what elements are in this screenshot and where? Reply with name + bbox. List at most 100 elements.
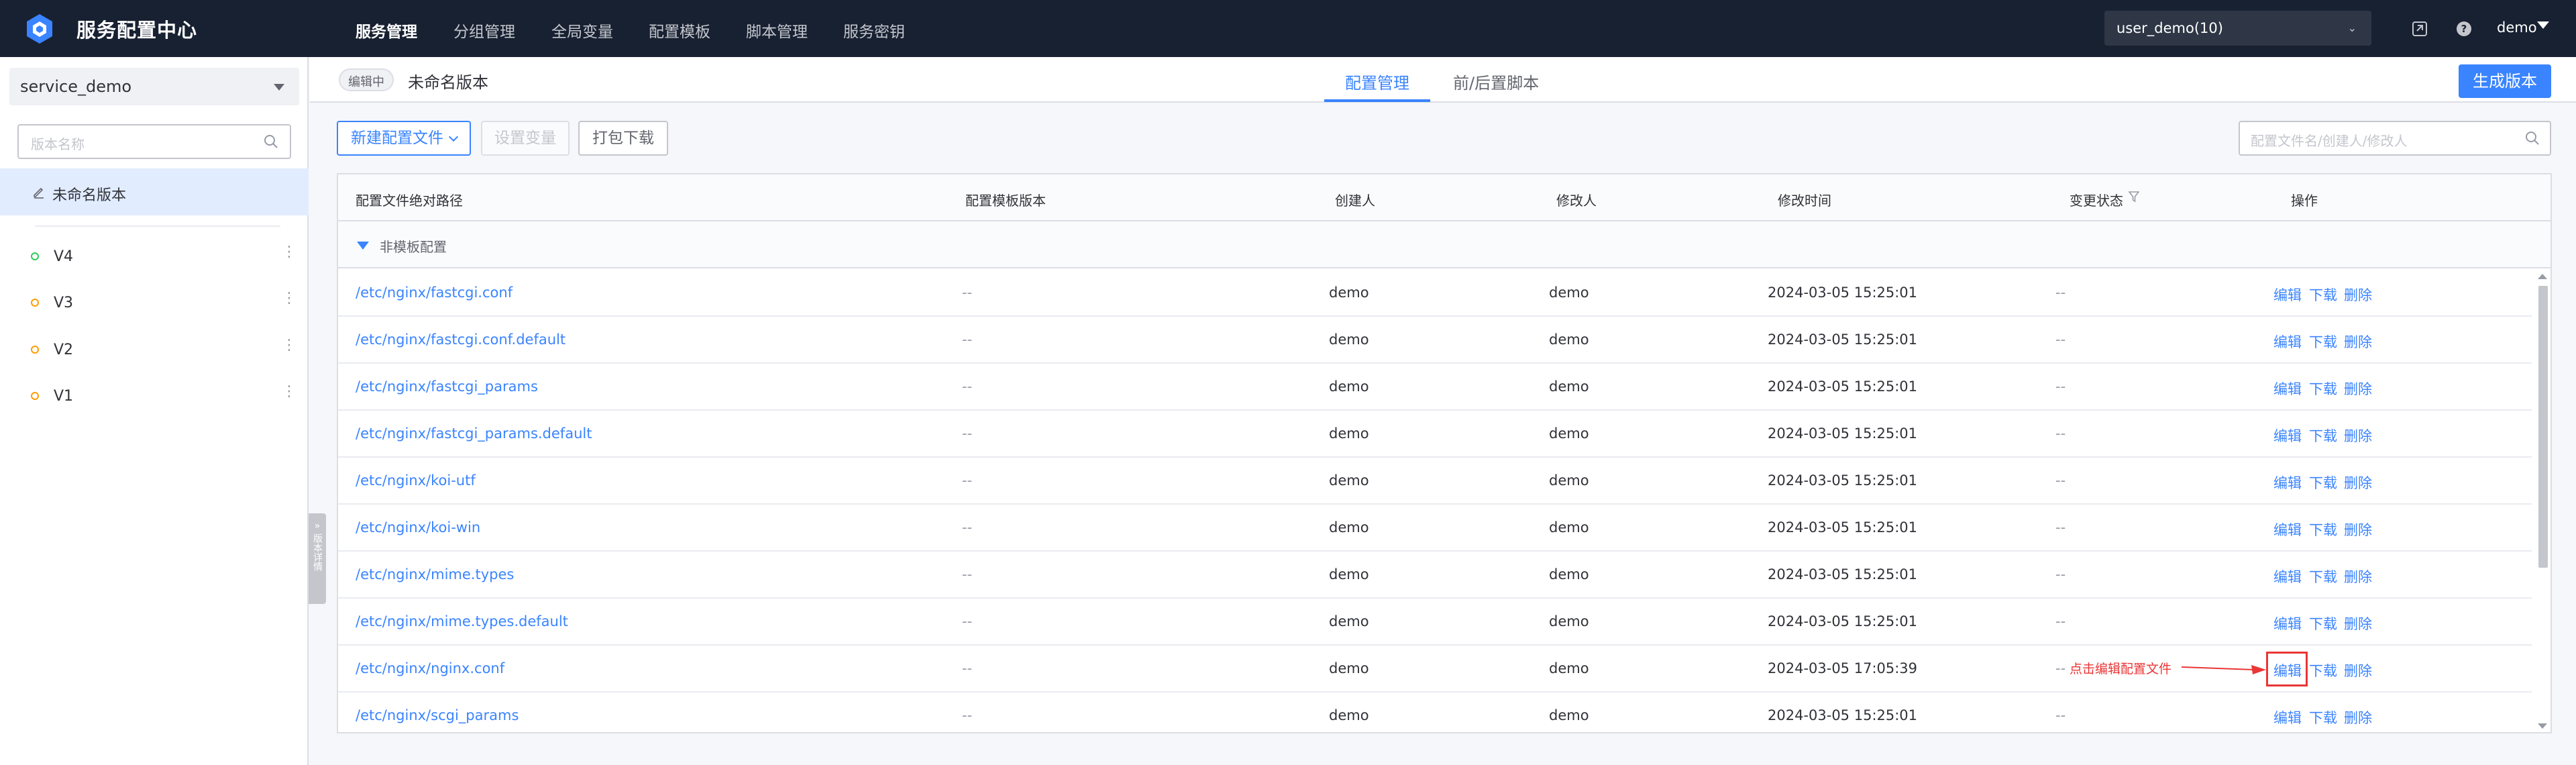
download-button[interactable]: 下载 (2309, 378, 2337, 399)
nav-group-management[interactable]: 分组管理 (453, 19, 515, 42)
sidebar-item-v2[interactable]: V2 ⋮ (0, 329, 309, 369)
config-search-input[interactable]: 配置文件名/创建人/修改人 (2239, 121, 2551, 156)
scroll-up-arrow[interactable] (2538, 274, 2547, 279)
sidebar-item-unnamed-version[interactable]: 未命名版本 (0, 168, 309, 215)
modifier-cell: demo (1549, 285, 1589, 301)
delete-button[interactable]: 删除 (2344, 332, 2372, 352)
download-button[interactable]: 下载 (2309, 660, 2337, 680)
delete-button[interactable]: 删除 (2344, 285, 2372, 305)
modified-time-cell: 2024-03-05 15:25:01 (1768, 472, 1918, 489)
config-path-link[interactable]: /etc/nginx/fastcgi.conf.default (356, 332, 566, 348)
help-icon[interactable]: ? (2455, 20, 2473, 38)
service-select-value: service_demo (20, 77, 132, 96)
download-button[interactable]: 下载 (2309, 566, 2337, 586)
caret-down-icon[interactable] (2537, 21, 2549, 29)
generate-version-button[interactable]: 生成版本 (2459, 64, 2551, 98)
more-icon[interactable]: ⋮ (282, 338, 297, 353)
sidebar-item-label: 未命名版本 (52, 187, 127, 204)
delete-button[interactable]: 删除 (2344, 378, 2372, 399)
edit-button[interactable]: 编辑 (2273, 332, 2302, 352)
more-icon[interactable]: ⋮ (282, 245, 297, 260)
creator-cell: demo (1329, 285, 1369, 301)
download-button[interactable]: 下载 (2309, 707, 2337, 727)
business-select[interactable]: user_demo(10) ⌄ (2104, 11, 2371, 46)
nav-script-management[interactable]: 脚本管理 (746, 19, 808, 42)
change-status-cell: -- (2055, 519, 2066, 536)
config-path-link[interactable]: /etc/nginx/mime.types (356, 566, 514, 582)
config-path-link[interactable]: /etc/nginx/fastcgi_params.default (356, 425, 592, 442)
set-variables-button[interactable]: 设置变量 (481, 121, 570, 156)
edit-button[interactable]: 编辑 (2273, 472, 2302, 493)
delete-button[interactable]: 删除 (2344, 472, 2372, 493)
search-icon (2526, 132, 2539, 145)
edit-button[interactable]: 编辑 (2273, 378, 2302, 399)
open-window-icon[interactable] (2411, 20, 2428, 38)
new-config-label: 新建配置文件 (351, 130, 443, 147)
config-path-link[interactable]: /etc/nginx/mime.types.default (356, 613, 568, 629)
version-detail-toggle[interactable]: » 版本详情 (309, 513, 326, 604)
change-status-cell: -- (2055, 613, 2066, 629)
version-sidebar: service_demo 版本名称 未命名版本 V4 ⋮ V3 ⋮ V2 ⋮ V… (0, 57, 309, 765)
scroll-down-arrow[interactable] (2538, 723, 2547, 729)
version-search-input[interactable]: 版本名称 (17, 124, 291, 159)
delete-button[interactable]: 删除 (2344, 613, 2372, 633)
table-row: /etc/nginx/koi-utf -- demo demo 2024-03-05 1… (338, 458, 2532, 505)
caret-down-icon[interactable] (357, 242, 369, 250)
sidebar-item-v3[interactable]: V3 ⋮ (0, 282, 309, 322)
creator-cell: demo (1329, 425, 1369, 442)
scroll-thumb[interactable] (2538, 286, 2548, 568)
sidebar-item-v1[interactable]: V1 ⋮ (0, 375, 309, 415)
download-button[interactable]: 下载 (2309, 425, 2337, 446)
tab-config-management[interactable]: 配置管理 (1345, 70, 1409, 93)
nav-service-keys[interactable]: 服务密钥 (843, 19, 905, 42)
more-icon[interactable]: ⋮ (282, 385, 297, 399)
config-path-link[interactable]: /etc/nginx/koi-win (356, 519, 480, 536)
delete-button[interactable]: 删除 (2344, 566, 2372, 586)
new-config-button[interactable]: 新建配置文件 (337, 121, 471, 156)
nav-config-templates[interactable]: 配置模板 (649, 19, 710, 42)
edit-button[interactable]: 编辑 (2273, 425, 2302, 446)
delete-button[interactable]: 删除 (2344, 519, 2372, 540)
config-path-link[interactable]: /etc/nginx/fastcgi_params (356, 378, 538, 395)
pack-download-button[interactable]: 打包下载 (578, 121, 668, 156)
config-path-link[interactable]: /etc/nginx/nginx.conf (356, 660, 504, 676)
edit-button[interactable]: 编辑 (2273, 519, 2302, 540)
nav-service-management[interactable]: 服务管理 (356, 19, 417, 42)
config-path-link[interactable]: /etc/nginx/koi-utf (356, 472, 476, 489)
edit-button[interactable]: 编辑 (2273, 707, 2302, 727)
download-button[interactable]: 下载 (2309, 613, 2337, 633)
edit-button[interactable]: 编辑 (2273, 613, 2302, 633)
group-label: 非模板配置 (380, 239, 447, 255)
modified-time-cell: 2024-03-05 15:25:01 (1768, 425, 1918, 442)
download-button[interactable]: 下载 (2309, 332, 2337, 352)
template-version-cell: -- (962, 613, 973, 629)
tab-pre-post-scripts[interactable]: 前/后置脚本 (1453, 70, 1539, 93)
nav-global-variables[interactable]: 全局变量 (551, 19, 613, 42)
creator-cell: demo (1329, 660, 1369, 676)
sidebar-item-v4[interactable]: V4 ⋮ (0, 236, 309, 276)
change-status-cell: -- (2055, 566, 2066, 582)
download-button[interactable]: 下载 (2309, 519, 2337, 540)
user-menu[interactable]: demo (2497, 19, 2537, 36)
edit-button[interactable]: 编辑 (2273, 285, 2302, 305)
edit-button[interactable]: 编辑 (2273, 566, 2302, 586)
service-select[interactable]: service_demo (9, 68, 299, 105)
group-row-non-template[interactable]: 非模板配置 (338, 221, 2551, 268)
version-detail-label: 版本详情 (312, 533, 323, 571)
config-table: 配置文件绝对路径 配置模板版本 创建人 修改人 修改时间 变更状态 操作 非模板… (337, 173, 2552, 733)
download-button[interactable]: 下载 (2309, 472, 2337, 493)
template-version-cell: -- (962, 519, 973, 536)
delete-button[interactable]: 删除 (2344, 425, 2372, 446)
delete-button[interactable]: 删除 (2344, 707, 2372, 727)
content-header (310, 57, 2576, 103)
config-path-link[interactable]: /etc/nginx/scgi_params (356, 707, 519, 723)
modified-time-cell: 2024-03-05 15:25:01 (1768, 613, 1918, 629)
more-icon[interactable]: ⋮ (282, 291, 297, 306)
page-title: 未命名版本 (408, 73, 488, 92)
config-path-link[interactable]: /etc/nginx/fastcgi.conf (356, 285, 513, 301)
download-button[interactable]: 下载 (2309, 285, 2337, 305)
table-scrollbar[interactable] (2534, 270, 2551, 732)
delete-button[interactable]: 删除 (2344, 660, 2372, 680)
modified-time-cell: 2024-03-05 15:25:01 (1768, 378, 1918, 395)
filter-icon[interactable] (2129, 191, 2139, 203)
